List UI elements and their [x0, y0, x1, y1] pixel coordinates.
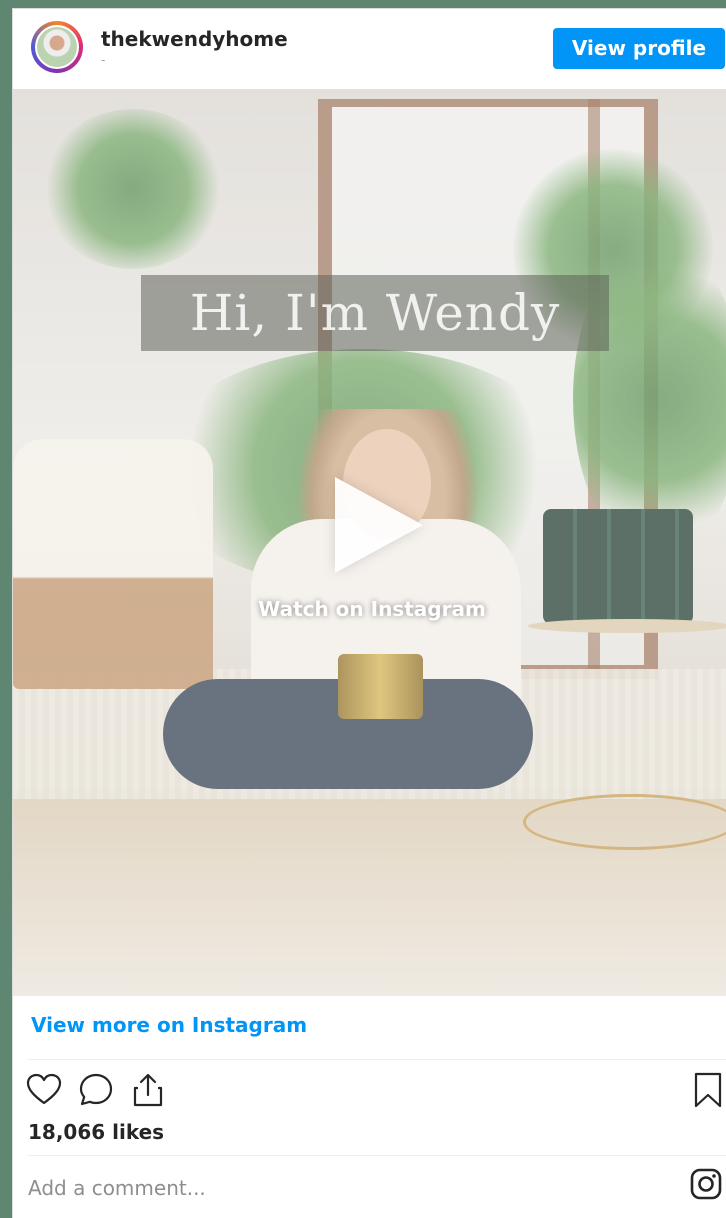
- embed-header: thekwendyhome - View profile: [13, 9, 726, 89]
- header-subline: -: [101, 53, 106, 67]
- title-overlay: Hi, I'm Wendy: [189, 284, 561, 342]
- view-more-link[interactable]: View more on Instagram: [31, 1013, 307, 1037]
- comment-input[interactable]: [28, 1172, 668, 1204]
- comment-icon[interactable]: [77, 1071, 115, 1109]
- instagram-embed-card: thekwendyhome - View profile Hi, I'm Wen…: [12, 8, 726, 1218]
- instagram-icon[interactable]: [689, 1167, 723, 1201]
- avatar[interactable]: [31, 21, 83, 73]
- heart-icon[interactable]: [25, 1071, 63, 1109]
- video-thumbnail[interactable]: Hi, I'm Wendy Watch on Instagram: [13, 89, 726, 996]
- likes-count[interactable]: 18,066 likes: [28, 1120, 164, 1144]
- bookmark-icon[interactable]: [689, 1071, 726, 1109]
- username-link[interactable]: thekwendyhome: [101, 27, 288, 51]
- view-profile-button[interactable]: View profile: [553, 28, 725, 69]
- divider: [28, 1059, 726, 1060]
- avatar-image: [35, 25, 79, 69]
- divider: [28, 1155, 726, 1156]
- share-icon[interactable]: [129, 1071, 167, 1109]
- watch-on-instagram-link[interactable]: Watch on Instagram: [13, 597, 726, 621]
- play-icon[interactable]: [335, 477, 423, 573]
